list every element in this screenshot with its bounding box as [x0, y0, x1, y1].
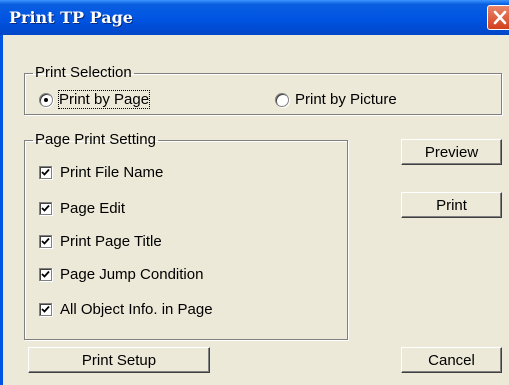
checkbox-print-file-name[interactable]: Print File Name: [39, 164, 163, 181]
preview-button[interactable]: Preview: [401, 139, 502, 165]
checkbox-label: All Object Info. in Page: [60, 301, 213, 318]
checkbox-page-edit[interactable]: Page Edit: [39, 200, 125, 217]
radio-button-selected[interactable]: [39, 92, 53, 107]
checkbox[interactable]: [39, 166, 52, 179]
page-print-setting-legend: Page Print Setting: [35, 131, 156, 148]
title-bar[interactable]: Print TP Page: [0, 0, 509, 35]
checkmark-icon: [41, 204, 50, 212]
checkbox-label: Print Page Title: [60, 233, 162, 250]
close-button[interactable]: [487, 5, 509, 30]
radio-button[interactable]: [275, 92, 289, 107]
checkbox-label: Page Edit: [60, 200, 126, 217]
radio-label-print-by-page: Print by Page: [57, 90, 151, 109]
checkbox-print-page-title[interactable]: Print Page Title: [39, 233, 162, 250]
checkmark-icon: [41, 305, 50, 313]
checkbox-label: Page Jump Condition: [60, 266, 204, 283]
checkbox-page-jump-condition[interactable]: Page Jump Condition: [39, 266, 203, 283]
dialog-body: Print Selection Print by Page Print by P…: [0, 35, 509, 385]
print-tp-page-dialog: Print TP Page Print Selection Print by P…: [0, 0, 509, 385]
checkbox[interactable]: [39, 235, 52, 248]
checkbox[interactable]: [39, 202, 52, 215]
checkbox[interactable]: [39, 303, 52, 316]
window-title: Print TP Page: [9, 8, 133, 27]
close-icon: [493, 10, 507, 25]
print-selection-legend: Print Selection: [35, 64, 132, 81]
checkmark-icon: [41, 168, 50, 176]
checkmark-icon: [41, 237, 50, 245]
radio-print-by-picture[interactable]: Print by Picture: [275, 91, 397, 108]
radio-label-print-by-picture: Print by Picture: [295, 91, 397, 108]
checkbox-all-object-info[interactable]: All Object Info. in Page: [39, 301, 213, 318]
checkbox[interactable]: [39, 268, 52, 281]
radio-print-by-page[interactable]: Print by Page: [39, 90, 151, 109]
print-button[interactable]: Print: [401, 192, 502, 218]
checkmark-icon: [41, 270, 50, 278]
print-setup-button[interactable]: Print Setup: [28, 347, 210, 373]
cancel-button[interactable]: Cancel: [401, 347, 502, 373]
checkbox-label: Print File Name: [60, 164, 164, 181]
